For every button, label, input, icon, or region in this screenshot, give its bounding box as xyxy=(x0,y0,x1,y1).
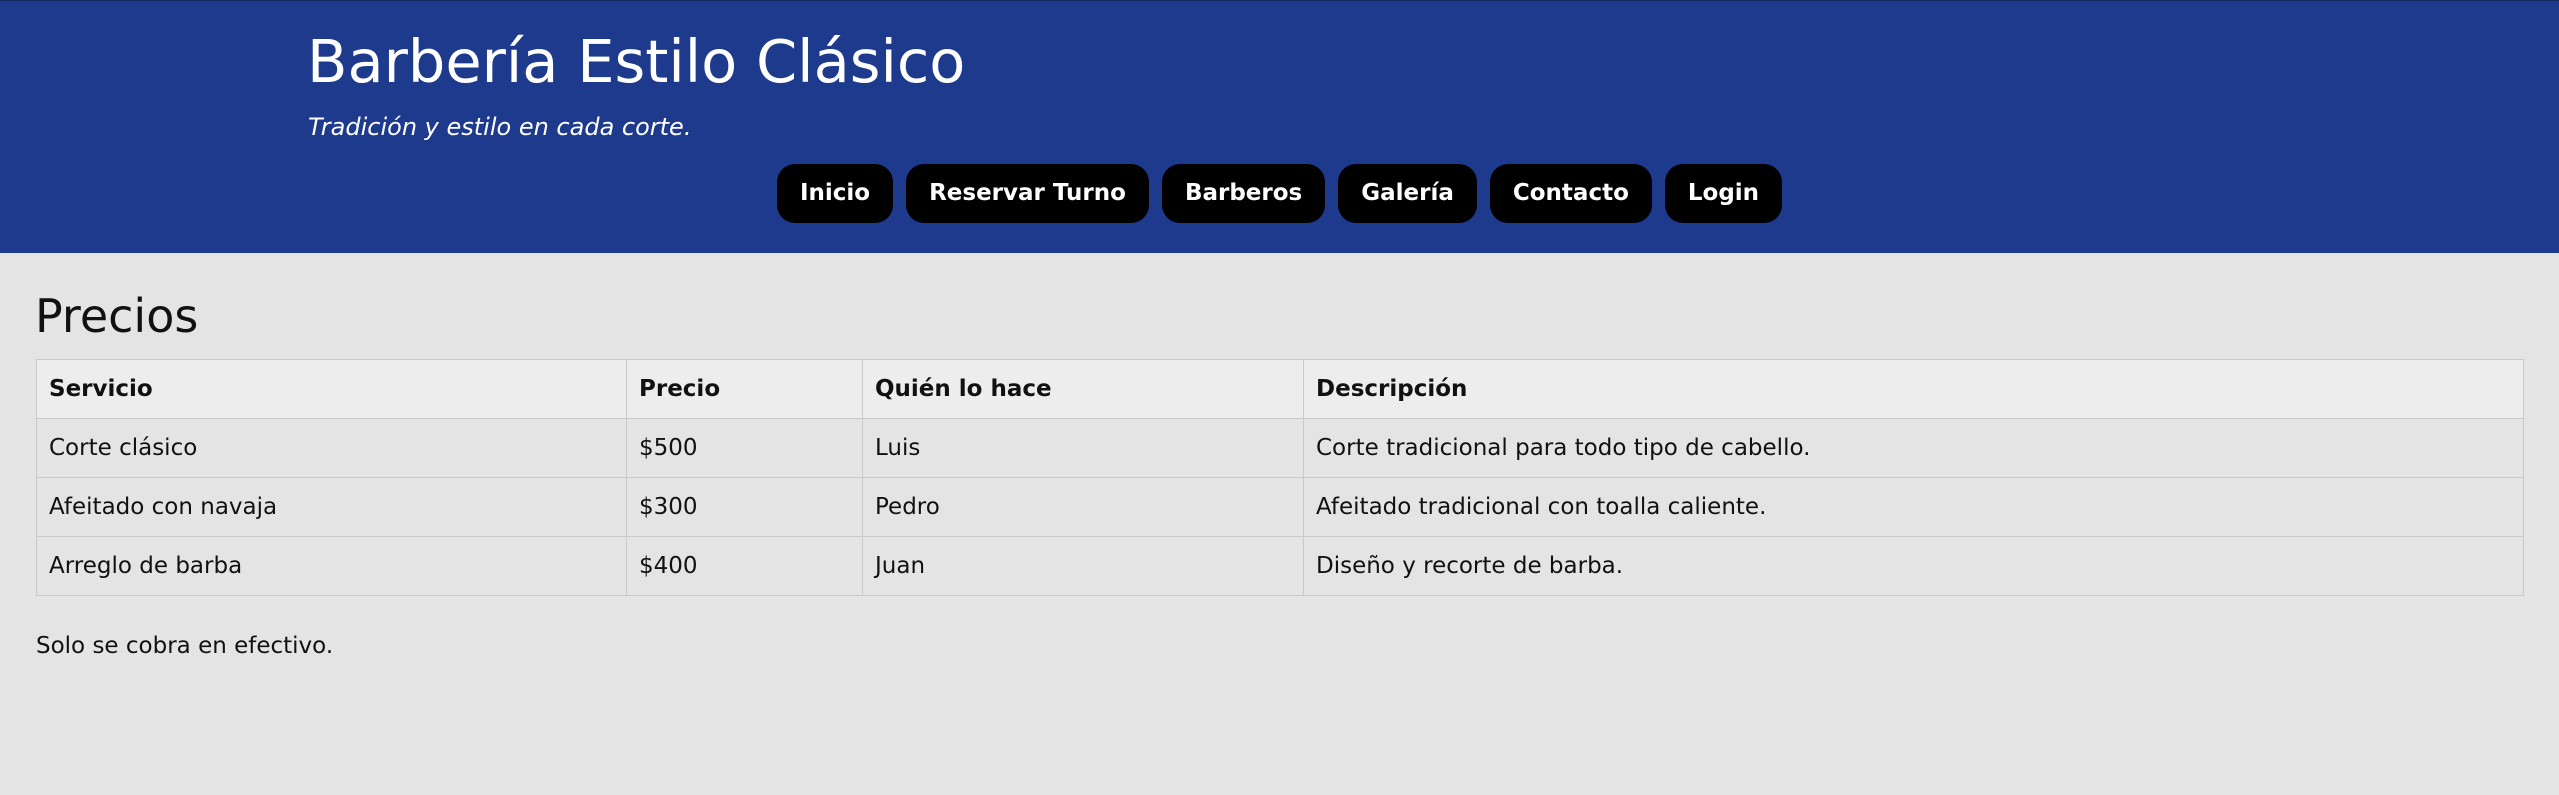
site-header: Barbería Estilo Clásico Tradición y esti… xyxy=(0,0,2559,253)
site-tagline: Tradición y estilo en cada corte. xyxy=(308,113,692,141)
site-title: Barbería Estilo Clásico xyxy=(307,27,966,96)
cell-precio: $400 xyxy=(626,536,863,596)
nav-button-contacto[interactable]: Contacto xyxy=(1489,164,1652,223)
table-row: Afeitado con navaja $300 Pedro Afeitado … xyxy=(36,477,2524,537)
cell-servicio: Corte clásico xyxy=(36,418,627,478)
nav-button-login[interactable]: Login xyxy=(1664,164,1783,223)
table-header-row: Servicio Precio Quién lo hace Descripció… xyxy=(36,359,2524,419)
cell-quien-lo-hace: Luis xyxy=(862,418,1304,478)
column-header-precio: Precio xyxy=(626,359,863,419)
prices-table: Servicio Precio Quién lo hace Descripció… xyxy=(36,359,2524,596)
cell-descripcion: Corte tradicional para todo tipo de cabe… xyxy=(1303,418,2524,478)
table-row: Corte clásico $500 Luis Corte tradiciona… xyxy=(36,418,2524,478)
cell-precio: $300 xyxy=(626,477,863,537)
cell-quien-lo-hace: Pedro xyxy=(862,477,1304,537)
payment-note: Solo se cobra en efectivo. xyxy=(36,633,334,659)
table-header: Servicio Precio Quién lo hace Descripció… xyxy=(36,359,2524,419)
cell-quien-lo-hace: Juan xyxy=(862,536,1304,596)
column-header-descripcion: Descripción xyxy=(1303,359,2524,419)
cell-servicio: Arreglo de barba xyxy=(36,536,627,596)
nav-button-galeria[interactable]: Galería xyxy=(1338,164,1477,223)
nav-button-inicio[interactable]: Inicio xyxy=(776,164,894,223)
cell-descripcion: Afeitado tradicional con toalla caliente… xyxy=(1303,477,2524,537)
table-row: Arreglo de barba $400 Juan Diseño y reco… xyxy=(36,536,2524,596)
column-header-quien-lo-hace: Quién lo hace xyxy=(862,359,1304,419)
cell-servicio: Afeitado con navaja xyxy=(36,477,627,537)
table-body: Corte clásico $500 Luis Corte tradiciona… xyxy=(36,418,2524,596)
nav-button-reservar-turno[interactable]: Reservar Turno xyxy=(906,164,1149,223)
cell-precio: $500 xyxy=(626,418,863,478)
cell-descripcion: Diseño y recorte de barba. xyxy=(1303,536,2524,596)
nav-button-barberos[interactable]: Barberos xyxy=(1161,164,1326,223)
page-title: Precios xyxy=(35,289,199,343)
nav-list: Inicio Reservar Turno Barberos Galería C… xyxy=(0,164,2559,223)
column-header-servicio: Servicio xyxy=(36,359,627,419)
